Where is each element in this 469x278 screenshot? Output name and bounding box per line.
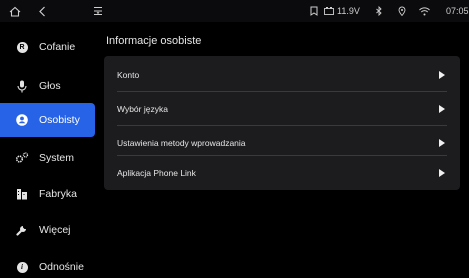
- status-bar: 11.9V 07:05: [0, 0, 469, 22]
- sidebar-item-glos[interactable]: Głos: [0, 69, 95, 103]
- sidebar-item-osobisty[interactable]: Osobisty: [0, 103, 95, 137]
- sidebar-item-cofanie[interactable]: R Cofanie: [0, 30, 95, 64]
- sidebar-item-label: Więcej: [39, 224, 71, 236]
- sidebar-item-odnosnie[interactable]: i Odnośnie: [0, 250, 95, 278]
- row-label: Ustawienia metody wprowadzania: [117, 137, 246, 148]
- menu-icon[interactable]: [92, 0, 104, 22]
- sidebar-item-wiecej[interactable]: Więcej: [0, 213, 95, 247]
- row-language[interactable]: Wybór języka: [104, 92, 460, 125]
- home-icon[interactable]: [7, 0, 23, 22]
- row-label: Aplikacja Phone Link: [117, 167, 196, 178]
- microphone-icon: [15, 79, 29, 93]
- clock: 07:05: [446, 6, 469, 16]
- arrow-right-icon: [439, 70, 445, 79]
- reverse-icon: R: [15, 40, 29, 54]
- battery-voltage: 11.9V: [324, 0, 360, 22]
- sidebar: R Cofanie Głos Osobisty System Fabryka W…: [0, 22, 95, 278]
- sidebar-item-fabryka[interactable]: Fabryka: [0, 177, 95, 211]
- user-icon: [15, 113, 29, 127]
- sidebar-item-label: Głos: [39, 80, 61, 92]
- arrow-right-icon: [439, 104, 445, 113]
- gears-icon: [15, 151, 29, 165]
- location-icon: [397, 0, 407, 22]
- info-icon: i: [15, 260, 29, 274]
- settings-panel: Konto Wybór języka Ustawienia metody wpr…: [104, 56, 460, 190]
- sidebar-item-label: Cofanie: [39, 41, 76, 53]
- sidebar-item-label: System: [39, 152, 75, 164]
- row-konto[interactable]: Konto: [104, 58, 460, 91]
- factory-icon: [15, 187, 29, 201]
- sidebar-item-label: Fabryka: [39, 188, 77, 200]
- wifi-icon: [418, 0, 430, 22]
- arrow-right-icon: [439, 168, 445, 177]
- row-label: Wybór języka: [117, 103, 168, 114]
- bluetooth-icon: [374, 0, 384, 22]
- page-title: Informacje osobiste: [106, 35, 202, 47]
- sidebar-item-system[interactable]: System: [0, 141, 95, 175]
- arrow-right-icon: [439, 138, 445, 147]
- voltage-text: 11.9V: [337, 6, 360, 16]
- wrench-icon: [15, 223, 29, 237]
- row-label: Konto: [117, 69, 140, 80]
- back-icon[interactable]: [35, 0, 49, 22]
- sidebar-item-label: Odnośnie: [39, 261, 84, 273]
- bookmark-icon: [309, 0, 319, 22]
- row-phone-link[interactable]: Aplikacja Phone Link: [104, 156, 460, 189]
- sidebar-item-label: Osobisty: [39, 114, 80, 126]
